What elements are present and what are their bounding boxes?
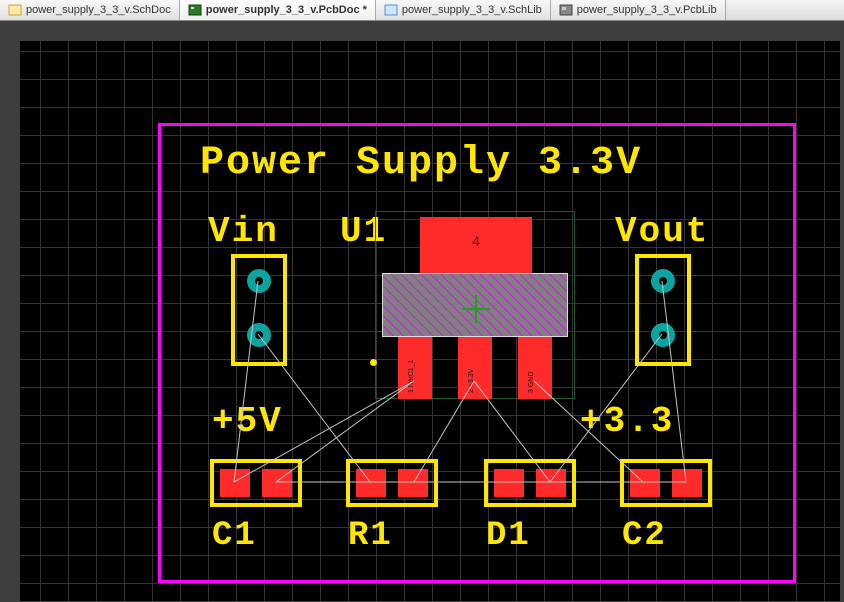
tab-label: power_supply_3_3_v.SchDoc xyxy=(26,4,171,16)
u1-pad1-txt: 1 NetC1_1 xyxy=(408,360,415,393)
u1-pad-4: 4 xyxy=(420,217,532,273)
des-c1: C1 xyxy=(212,517,257,555)
c1-pad-2 xyxy=(262,469,292,497)
schlib-icon xyxy=(384,4,398,16)
label-33: +3.3 xyxy=(580,401,674,442)
d1-pad-2 xyxy=(536,469,566,497)
tab-pcbdoc[interactable]: power_supply_3_3_v.PcbDoc * xyxy=(180,0,376,20)
label-vin: Vin xyxy=(208,211,279,252)
document-tabbar: power_supply_3_3_v.SchDoc power_supply_3… xyxy=(0,0,844,21)
u1-pad-3 xyxy=(518,337,552,399)
pad-vin-1 xyxy=(247,269,271,293)
des-r1: R1 xyxy=(348,517,393,555)
u1-pad4-num: 4 xyxy=(420,233,532,249)
pad-vin-2 xyxy=(247,323,271,347)
tab-pcblib[interactable]: power_supply_3_3_v.PcbLib xyxy=(551,0,726,20)
des-c2: C2 xyxy=(622,517,667,555)
board-title: Power Supply 3.3V xyxy=(200,141,642,186)
u1-pad-2 xyxy=(458,337,492,399)
c1-pad-1 xyxy=(220,469,250,497)
c2-pad-2 xyxy=(672,469,702,497)
pin1-marker xyxy=(370,359,377,366)
tab-schdoc[interactable]: power_supply_3_3_v.SchDoc xyxy=(0,0,180,20)
u1-pad-1 xyxy=(398,337,432,399)
tab-label: power_supply_3_3_v.PcbDoc * xyxy=(206,4,367,16)
pcblib-icon xyxy=(559,4,573,16)
c2-pad-1 xyxy=(630,469,660,497)
r1-pad-1 xyxy=(356,469,386,497)
tab-label: power_supply_3_3_v.PcbLib xyxy=(577,4,717,16)
pad-vout-1 xyxy=(651,269,675,293)
u1-pad3-txt: 3 GND xyxy=(528,372,535,393)
d1-pad-1 xyxy=(494,469,524,497)
pad-vout-2 xyxy=(651,323,675,347)
u1-pad2-txt: 2 +3.3V xyxy=(468,369,475,393)
r1-pad-2 xyxy=(398,469,428,497)
pcb-workspace[interactable]: Power Supply 3.3V Vin U1 Vout 4 1 NetC1_… xyxy=(0,21,844,602)
pcbdoc-icon xyxy=(188,4,202,16)
label-vout: Vout xyxy=(615,211,709,252)
schdoc-icon xyxy=(8,4,22,16)
des-d1: D1 xyxy=(486,517,531,555)
tab-label: power_supply_3_3_v.SchLib xyxy=(402,4,542,16)
label-5v: +5V xyxy=(212,401,283,442)
origin-cross-v xyxy=(475,295,477,323)
board-canvas[interactable]: Power Supply 3.3V Vin U1 Vout 4 1 NetC1_… xyxy=(20,41,840,601)
tab-schlib[interactable]: power_supply_3_3_v.SchLib xyxy=(376,0,551,20)
